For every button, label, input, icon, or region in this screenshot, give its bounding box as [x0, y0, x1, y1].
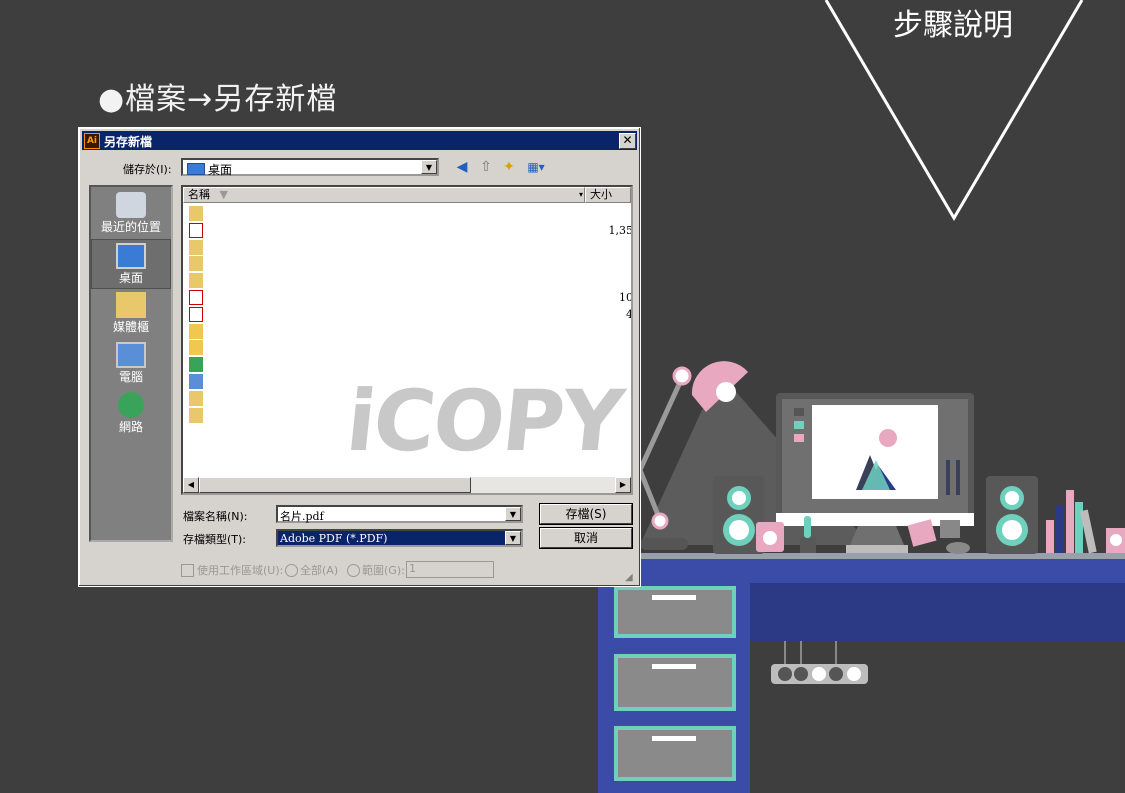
watermark: iCOPY	[341, 372, 627, 470]
all-label: 全部(A)	[300, 564, 339, 577]
libraries-icon	[116, 292, 146, 318]
network-icon	[189, 357, 203, 373]
lamp-base	[640, 538, 688, 550]
save-in-value: 桌面	[208, 163, 233, 177]
chevron-down-icon[interactable]: ▼	[505, 531, 521, 545]
place-network[interactable]: 網路	[91, 389, 171, 439]
shortcut-icon	[189, 273, 203, 289]
range-input[interactable]: 1	[406, 561, 494, 578]
file-row[interactable]: 4	[183, 306, 631, 323]
file-row[interactable]	[183, 323, 631, 340]
dialog-titlebar[interactable]: Ai 另存新檔 ✕	[82, 131, 637, 150]
column-header-size[interactable]: 大小	[585, 187, 631, 203]
shortcut-icon	[189, 206, 203, 221]
scroll-thumb[interactable]	[199, 477, 471, 493]
filename-label: 檔案名稱(N):	[183, 510, 248, 523]
save-in-combobox[interactable]: 桌面 ▼	[181, 158, 439, 177]
lamp-joint	[672, 366, 692, 386]
cancel-button[interactable]: 取消	[540, 528, 632, 548]
chevron-down-icon[interactable]: ▼	[421, 160, 437, 174]
shortcut-icon	[189, 256, 203, 272]
place-computer[interactable]: 電腦	[91, 339, 171, 389]
folder-icon	[189, 340, 203, 356]
use-artboards-label: 使用工作區域(U):	[197, 564, 284, 577]
file-row[interactable]	[183, 272, 631, 289]
dialog-title: 另存新檔	[104, 135, 153, 149]
close-button[interactable]: ✕	[619, 133, 636, 149]
place-libraries[interactable]: 媒體櫃	[91, 289, 171, 339]
corner-title: 步驟說明	[893, 8, 1013, 43]
file-row[interactable]	[183, 239, 631, 256]
range-label: 範圍(G):	[362, 564, 405, 577]
pdf-icon	[189, 290, 203, 305]
books	[1046, 520, 1054, 553]
horizontal-scrollbar[interactable]: ◀ ▶	[183, 477, 631, 493]
monitor-stand	[850, 526, 904, 545]
lamp-base-joint	[651, 512, 669, 530]
sort-arrow-icon: ▼	[219, 188, 228, 201]
file-row[interactable]	[183, 356, 631, 373]
view-menu-icon[interactable]: ▦▾	[523, 159, 549, 175]
pdf-icon	[189, 222, 203, 238]
save-button[interactable]: 存檔(S)	[540, 504, 632, 524]
lamp-arm-upper	[637, 376, 685, 472]
back-icon[interactable]: ◀	[453, 159, 471, 175]
network-icon	[118, 392, 144, 418]
place-recent[interactable]: 最近的位置	[91, 189, 171, 239]
column-header-name[interactable]: 名稱 ▼ ▾	[183, 187, 585, 203]
lamp-arm-lower	[637, 469, 663, 521]
libraries-icon	[189, 407, 203, 423]
illustrator-app-icon: Ai	[84, 133, 100, 149]
cactus-pot	[800, 537, 816, 553]
folder-icon	[189, 323, 203, 339]
file-row[interactable]: 10	[183, 289, 631, 306]
file-row[interactable]: 1,35	[183, 222, 631, 239]
filetype-select[interactable]: Adobe PDF (*.PDF) ▼	[276, 529, 523, 547]
file-row[interactable]	[183, 255, 631, 272]
filename-input[interactable]: 名片.pdf ▼	[276, 505, 523, 523]
filetype-label: 存檔類型(T):	[183, 533, 247, 546]
save-in-label: 儲存於(I):	[123, 163, 172, 176]
desktop-icon	[116, 243, 146, 269]
chevron-down-icon[interactable]: ▼	[505, 507, 521, 521]
computer-icon	[116, 342, 146, 368]
new-folder-icon[interactable]: ✦	[500, 159, 518, 175]
use-artboards-checkbox[interactable]	[181, 564, 194, 577]
cactus	[804, 516, 811, 538]
scroll-right-icon[interactable]: ▶	[615, 477, 631, 493]
up-folder-icon[interactable]: ⇧	[477, 159, 495, 175]
pdf-icon	[189, 306, 203, 322]
desk-top	[598, 559, 1125, 583]
file-size: 1,35	[608, 223, 633, 237]
computer-icon	[189, 374, 203, 389]
resize-grip-icon[interactable]: ◢	[625, 572, 633, 583]
mouse	[946, 542, 970, 554]
file-row[interactable]	[183, 339, 631, 356]
place-desktop[interactable]: 桌面	[91, 239, 171, 289]
scroll-left-icon[interactable]: ◀	[183, 477, 199, 493]
user-folder-icon	[189, 390, 203, 406]
all-radio[interactable]	[285, 564, 298, 577]
filename-value: 名片.pdf	[280, 510, 324, 523]
column-dropdown-icon[interactable]: ▾	[579, 188, 583, 202]
range-radio[interactable]	[347, 564, 360, 577]
lamp-bulb	[716, 382, 736, 402]
file-size: 10	[619, 291, 633, 304]
desk-shelf	[750, 583, 1125, 641]
desk-top-edge	[598, 553, 1125, 559]
step-heading: ●檔案→另存新檔	[98, 82, 338, 117]
save-as-dialog: Ai 另存新檔 ✕ 儲存於(I): 桌面 ▼ ◀ ⇧ ✦ ▦▾ 最近的位置 桌面…	[78, 127, 641, 587]
shortcut-icon	[189, 239, 203, 255]
recent-places-icon	[116, 192, 146, 218]
places-bar: 最近的位置 桌面 媒體櫃 電腦 網路	[89, 185, 173, 542]
file-row[interactable]	[183, 205, 631, 222]
filetype-value: Adobe PDF (*.PDF)	[280, 532, 388, 545]
desktop-icon	[187, 163, 205, 175]
file-size: 4	[626, 307, 633, 321]
